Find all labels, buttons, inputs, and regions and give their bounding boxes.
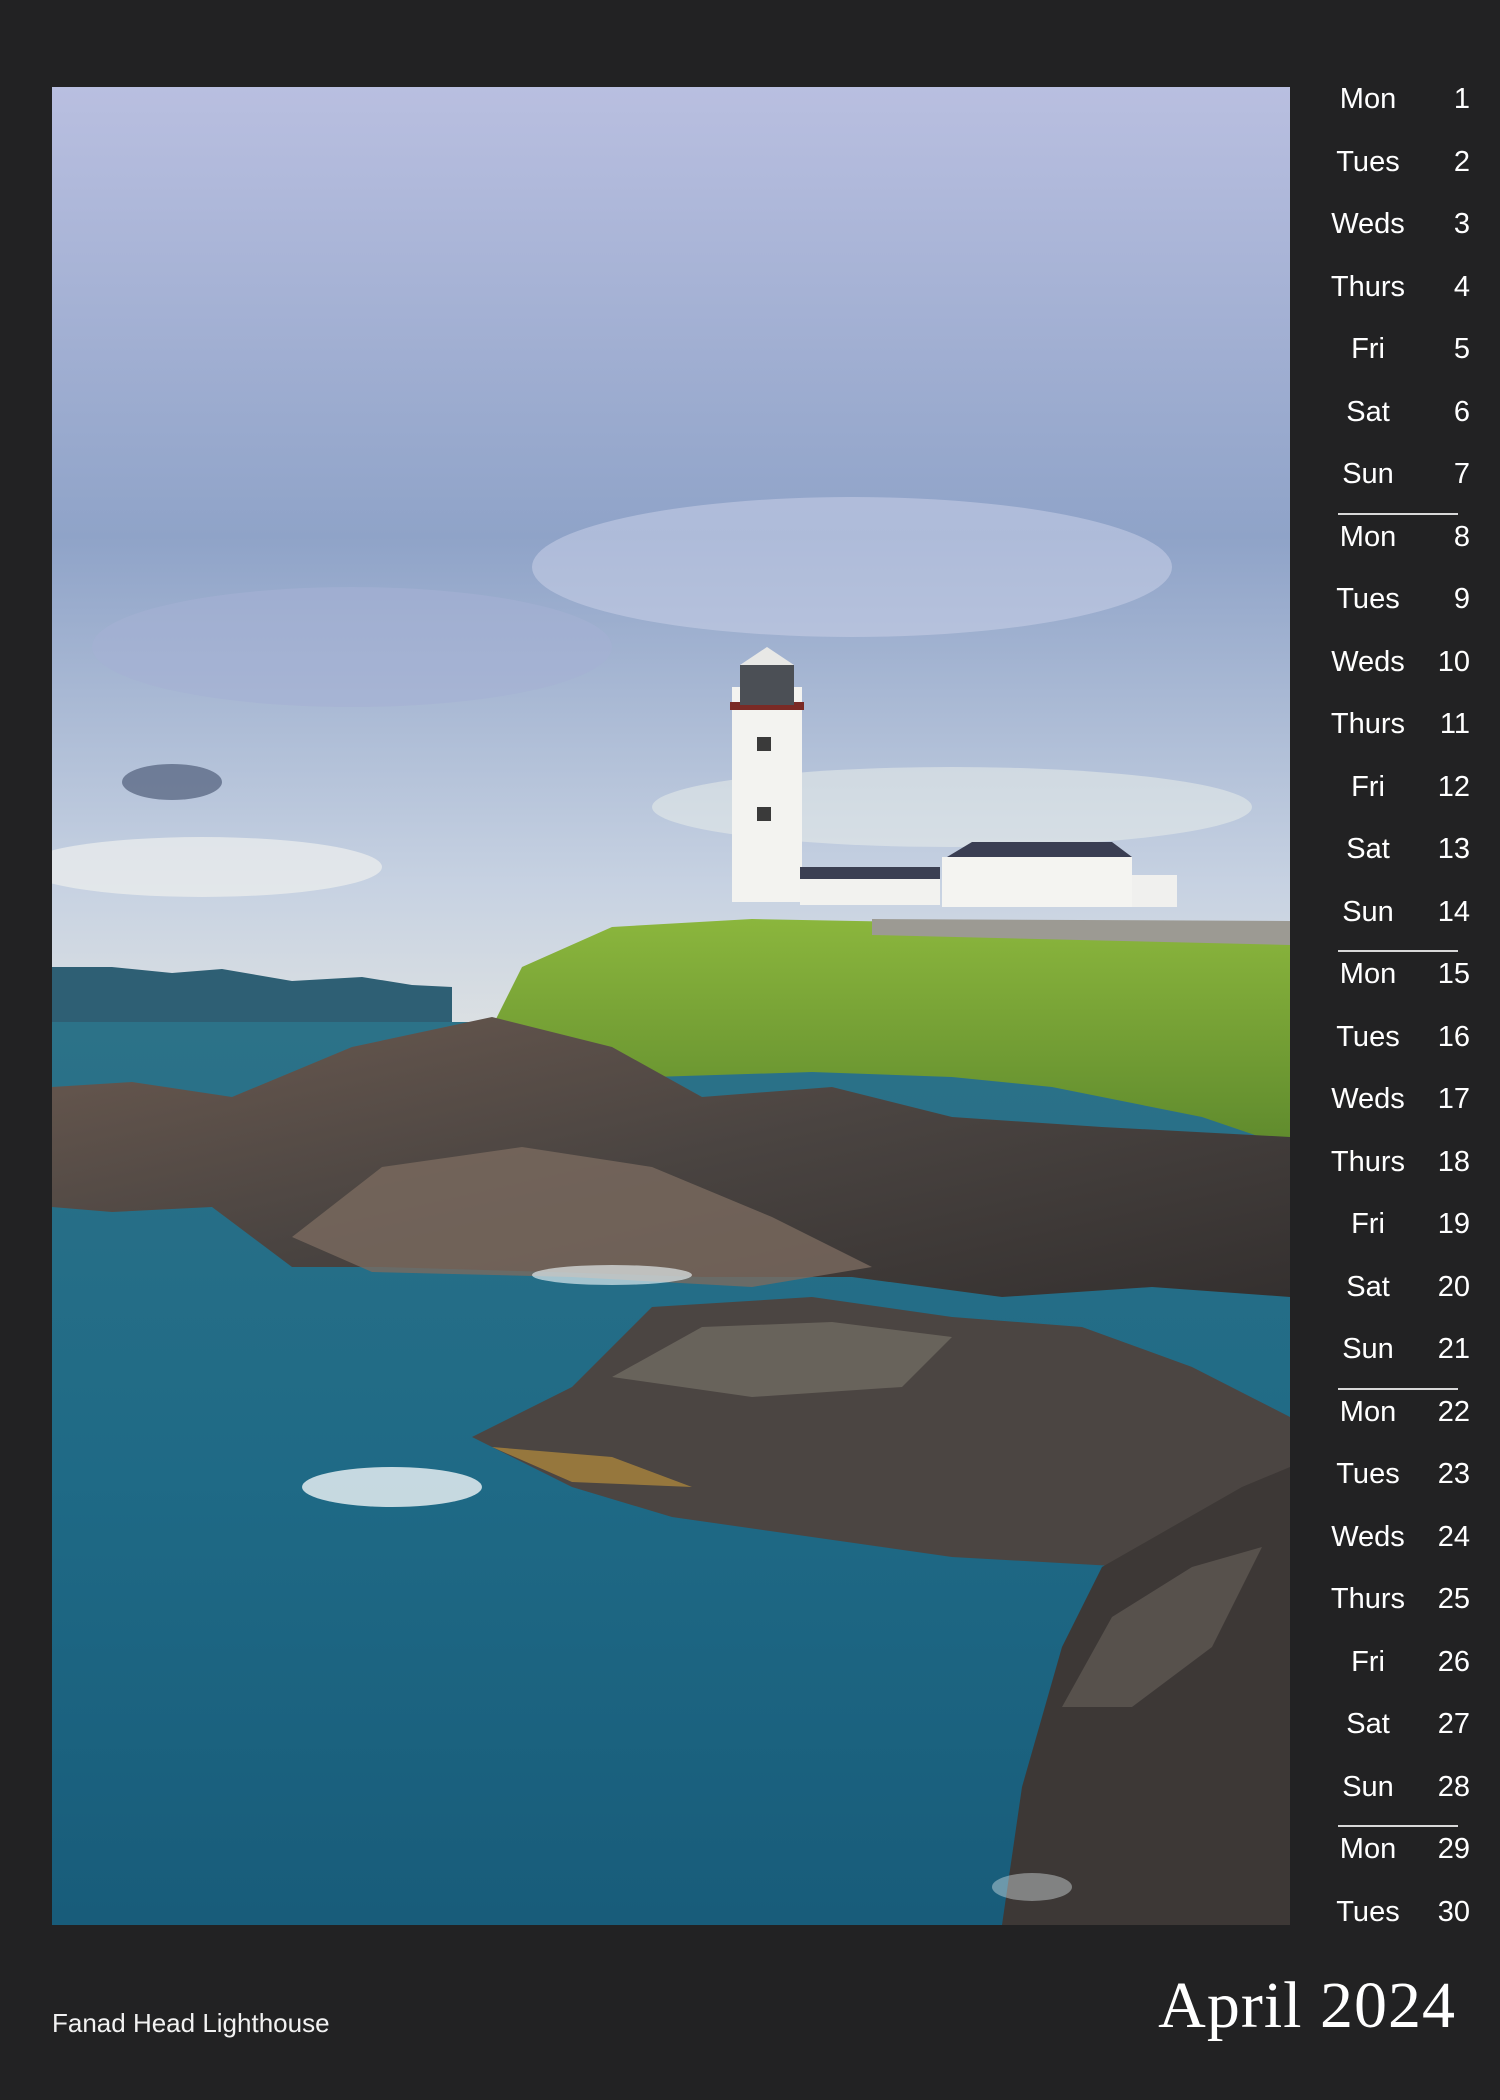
day-row: Thurs 11 (1318, 702, 1470, 765)
day-name: Weds (1331, 1520, 1405, 1553)
day-name: Tues (1336, 583, 1400, 615)
day-number: 29 (1437, 1833, 1470, 1865)
day-name: Mon (1339, 958, 1397, 990)
day-name: Sat (1346, 1708, 1390, 1740)
day-row: Thurs 18 (1318, 1140, 1470, 1203)
day-row: Tues 23 (1318, 1452, 1470, 1515)
day-row: Fri 19 (1318, 1202, 1470, 1265)
day-name: Mon (1339, 520, 1397, 553)
day-number: 14 (1437, 895, 1470, 928)
day-number: 4 (1453, 270, 1470, 303)
day-row: Fri 5 (1318, 327, 1470, 390)
day-number: 17 (1437, 1083, 1470, 1115)
day-name: Fri (1351, 1208, 1385, 1240)
day-number: 30 (1437, 1895, 1470, 1928)
day-number: 5 (1453, 333, 1470, 365)
day-number: 19 (1437, 1208, 1470, 1240)
day-number: 11 (1439, 708, 1470, 740)
day-number: 26 (1437, 1645, 1470, 1678)
day-name: Sun (1342, 458, 1394, 490)
day-number: 20 (1437, 1270, 1470, 1303)
photo-caption: Fanad Head Lighthouse (52, 2008, 330, 2038)
day-row: Mon 22 (1318, 1390, 1470, 1453)
day-row: Mon 29 (1318, 1827, 1470, 1890)
month-title: April 2024 (1158, 1969, 1456, 2042)
day-row: Tues 2 (1318, 140, 1470, 203)
day-name: Sat (1346, 1270, 1390, 1303)
day-name: Thurs (1330, 708, 1406, 740)
day-name: Mon (1339, 83, 1397, 115)
day-number: 25 (1437, 1583, 1470, 1615)
day-name: Sun (1342, 1333, 1394, 1365)
day-row: Sun 7 (1318, 452, 1470, 515)
day-row: Sat 27 (1318, 1702, 1470, 1765)
day-name: Fri (1351, 333, 1385, 365)
day-number: 15 (1437, 958, 1470, 990)
day-number: 13 (1437, 833, 1470, 865)
day-name: Tues (1336, 1020, 1400, 1053)
day-name: Mon (1339, 1395, 1397, 1428)
day-name: Weds (1331, 645, 1405, 678)
day-number: 22 (1437, 1395, 1470, 1428)
day-number: 21 (1437, 1333, 1470, 1365)
day-name: Mon (1339, 1833, 1397, 1865)
day-row: Sun 21 (1318, 1327, 1470, 1390)
day-name: Tues (1336, 1458, 1400, 1490)
day-row: Fri 12 (1318, 765, 1470, 828)
day-number: 7 (1453, 458, 1470, 490)
day-number: 28 (1437, 1770, 1470, 1803)
day-number: 9 (1453, 583, 1470, 615)
day-number: 16 (1437, 1020, 1470, 1053)
day-number: 23 (1437, 1458, 1470, 1490)
day-row: Weds 24 (1318, 1515, 1470, 1578)
day-number: 10 (1437, 645, 1470, 678)
lighthouse-photo (52, 87, 1290, 1925)
day-row: Sun 14 (1318, 890, 1470, 952)
day-name: Thurs (1330, 1583, 1406, 1615)
day-row: Thurs 25 (1318, 1577, 1470, 1640)
day-row: Tues 9 (1318, 577, 1470, 640)
day-row: Mon 15 (1318, 952, 1470, 1015)
day-number: 8 (1453, 520, 1470, 553)
day-row: Weds 10 (1318, 640, 1470, 703)
day-row: Fri 26 (1318, 1640, 1470, 1703)
day-row: Sat 20 (1318, 1265, 1470, 1328)
day-row: Mon 1 (1318, 77, 1470, 140)
day-row: Tues 30 (1318, 1890, 1470, 1953)
day-row: Sat 13 (1318, 827, 1470, 890)
day-name: Tues (1336, 1895, 1400, 1928)
day-number: 3 (1453, 208, 1470, 240)
day-number: 12 (1437, 770, 1470, 803)
day-number: 24 (1437, 1520, 1470, 1553)
day-row: Thurs 4 (1318, 265, 1470, 328)
day-name: Tues (1336, 145, 1400, 178)
day-name: Sat (1346, 395, 1390, 428)
day-number: 27 (1437, 1708, 1470, 1740)
day-name: Thurs (1330, 1145, 1406, 1178)
day-row: Mon 8 (1318, 515, 1470, 578)
day-name: Sun (1342, 1770, 1394, 1803)
day-number: 6 (1453, 395, 1470, 428)
day-name: Thurs (1330, 270, 1406, 303)
day-row: Sat 6 (1318, 390, 1470, 453)
day-row: Tues 16 (1318, 1015, 1470, 1078)
day-name: Fri (1351, 770, 1385, 803)
day-name: Fri (1351, 1645, 1385, 1678)
day-row: Weds 3 (1318, 202, 1470, 265)
day-row: Weds 17 (1318, 1077, 1470, 1140)
day-number: 2 (1453, 145, 1470, 178)
day-name: Weds (1331, 1083, 1405, 1115)
day-row: Sun 28 (1318, 1765, 1470, 1827)
day-number: 1 (1453, 83, 1470, 115)
day-list: Mon 1 Tues 2 Weds 3 Thurs 4 Fri 5 Sat 6 Sun 7 M… (1318, 77, 1470, 1952)
day-name: Weds (1331, 208, 1405, 240)
day-name: Sat (1346, 833, 1390, 865)
day-name: Sun (1342, 895, 1394, 928)
day-number: 18 (1437, 1145, 1470, 1178)
